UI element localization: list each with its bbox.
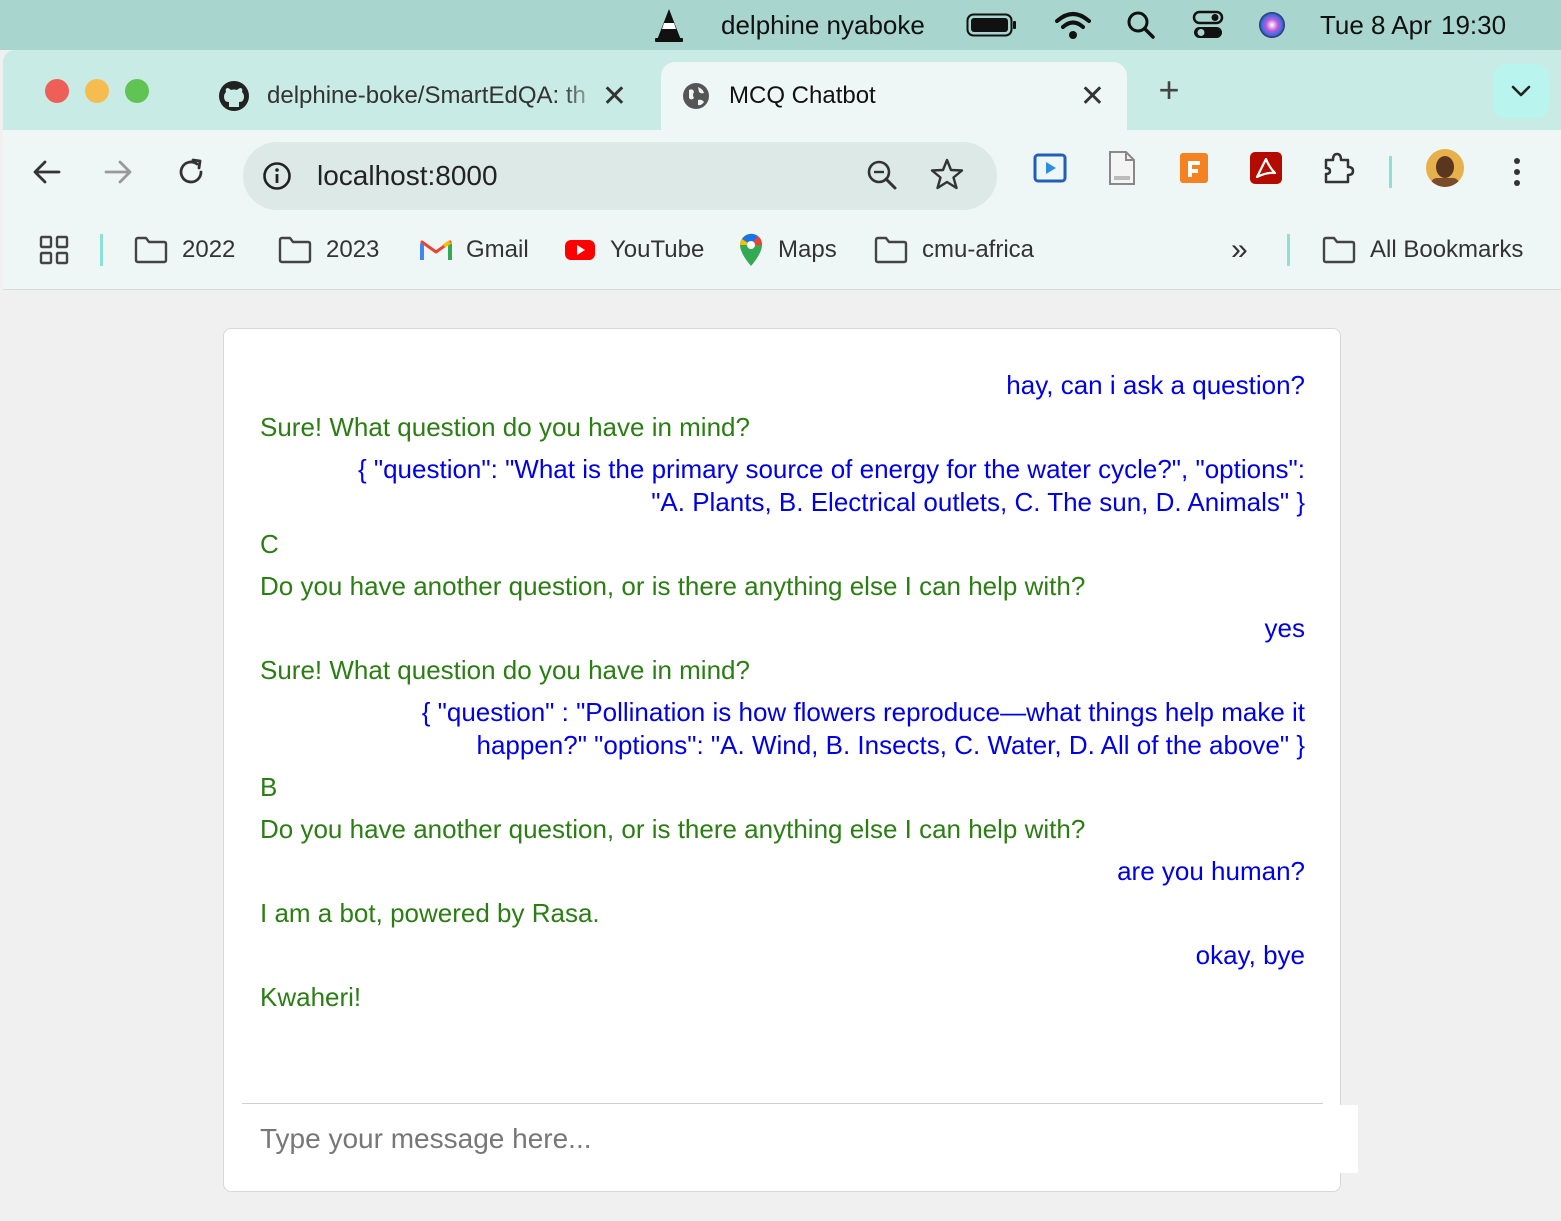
menubar-time[interactable]: 19:30: [1441, 0, 1506, 50]
reload-button[interactable]: [169, 150, 213, 194]
bookmark-youtube[interactable]: YouTube: [564, 212, 704, 288]
bookmarks-separator: [100, 234, 103, 266]
bookmark-gmail[interactable]: Gmail: [420, 212, 529, 288]
user-message: { "question": "What is the primary sourc…: [357, 454, 1305, 517]
zoom-window-button[interactable]: [125, 79, 149, 103]
bookmark-label: YouTube: [610, 236, 705, 263]
address-bar[interactable]: localhost:8000: [243, 142, 997, 210]
user-message: okay, bye: [1195, 940, 1305, 970]
zoom-icon[interactable]: [865, 158, 899, 192]
browser-toolbar: localhost:8000: [3, 130, 1561, 212]
wifi-icon[interactable]: [1054, 0, 1092, 50]
back-icon: [33, 160, 61, 184]
user-message: are you human?: [1117, 856, 1305, 886]
bookmark-label: Maps: [778, 236, 837, 263]
menubar-date[interactable]: Tue 8 Apr: [1320, 0, 1432, 50]
globe-icon: [679, 79, 713, 113]
tab-strip: delphine-boke/SmartEdQA: th ✕ MCQ Chatbo…: [3, 50, 1561, 130]
all-bookmarks-button[interactable]: All Bookmarks: [1322, 212, 1523, 288]
document-extension-icon[interactable]: [1102, 148, 1142, 188]
toolbar-separator: [1389, 156, 1392, 188]
vlc-icon[interactable]: [652, 0, 686, 50]
user-message: hay, can i ask a question?: [1006, 370, 1305, 400]
user-message: yes: [1264, 613, 1305, 643]
url-text[interactable]: localhost:8000: [317, 142, 498, 210]
bookmark-folder-cmu-africa[interactable]: cmu-africa: [874, 212, 1034, 288]
chevron-down-icon: [1511, 85, 1531, 97]
tab-title: delphine-boke/SmartEdQA: th: [267, 82, 586, 109]
minimize-window-button[interactable]: [85, 79, 109, 103]
bot-message: Sure! What question do you have in mind?: [260, 655, 750, 685]
siri-icon[interactable]: [1257, 0, 1287, 50]
github-icon: [217, 79, 251, 113]
tab-mcq-chatbot[interactable]: MCQ Chatbot ✕: [661, 62, 1127, 130]
chat-container: hay, can i ask a question? Sure! What que…: [223, 328, 1358, 1192]
bookmark-folder-2022[interactable]: 2022: [134, 212, 235, 288]
folder-icon: [1322, 236, 1356, 264]
youtube-icon: [565, 240, 595, 260]
bot-message: Do you have another question, or is ther…: [260, 814, 1086, 844]
more-menu-icon: [1514, 158, 1520, 186]
maps-icon: [740, 233, 763, 266]
close-tab-icon[interactable]: ✕: [602, 79, 627, 114]
adobe-acrobat-extension-icon[interactable]: [1246, 148, 1286, 188]
message-input[interactable]: [242, 1105, 1358, 1173]
bookmark-label: 2022: [182, 236, 236, 263]
bot-message: Sure! What question do you have in mind?: [260, 412, 750, 442]
bookmarks-bar: 2022 2023 Gmail YouTube Maps cmu-africa …: [3, 212, 1561, 290]
menubar-user-name[interactable]: delphine nyaboke: [721, 0, 925, 50]
spotlight-search-icon[interactable]: [1126, 0, 1156, 50]
forward-button[interactable]: [96, 150, 140, 194]
bot-message: Do you have another question, or is ther…: [260, 571, 1086, 601]
apps-grid-icon[interactable]: [39, 212, 83, 288]
folder-icon: [134, 236, 168, 264]
bookmark-label: All Bookmarks: [1370, 236, 1524, 263]
more-menu-button[interactable]: [1495, 150, 1539, 194]
back-button[interactable]: [25, 150, 69, 194]
tab-title: MCQ Chatbot: [729, 82, 876, 109]
battery-icon[interactable]: [966, 0, 1018, 50]
forward-icon: [104, 160, 132, 184]
bookmark-star-icon[interactable]: [929, 156, 965, 192]
screen-recorder-extension-icon[interactable]: [1030, 148, 1070, 188]
site-info-icon[interactable]: [261, 160, 293, 192]
bookmark-label: Gmail: [466, 236, 529, 263]
folder-icon: [278, 236, 312, 264]
bookmarks-overflow-button[interactable]: »: [1231, 212, 1248, 288]
tab-search-button[interactable]: [1493, 64, 1549, 118]
folder-icon: [874, 236, 908, 264]
bot-message: B: [260, 772, 278, 802]
bot-message: C: [260, 529, 279, 559]
tab-github[interactable]: delphine-boke/SmartEdQA: th ✕: [199, 62, 649, 130]
bookmark-folder-2023[interactable]: 2023: [278, 212, 379, 288]
menubar: delphine nyaboke Tue 8 Apr 19:30: [0, 0, 1561, 50]
close-tab-icon[interactable]: ✕: [1080, 79, 1105, 114]
close-window-button[interactable]: [45, 79, 69, 103]
gmail-icon: [420, 240, 452, 260]
bookmark-label: 2023: [326, 236, 380, 263]
bookmark-maps[interactable]: Maps: [738, 212, 837, 288]
bookmark-label: cmu-africa: [922, 236, 1035, 263]
bookmarks-separator: [1287, 234, 1290, 266]
profile-avatar[interactable]: [1423, 146, 1467, 190]
reload-icon: [179, 158, 203, 184]
new-tab-button[interactable]: +: [1149, 70, 1189, 110]
user-message: { "question" : "Pollination is how flowe…: [421, 697, 1305, 760]
bot-message: Kwaheri!: [260, 982, 362, 1012]
message-list: hay, can i ask a question? Sure! What que…: [260, 369, 1305, 1023]
extension-icon: [1324, 152, 1355, 184]
pdf-converter-extension-icon[interactable]: [1174, 148, 1214, 188]
input-divider: [242, 1103, 1323, 1104]
control-center-icon[interactable]: [1192, 0, 1224, 50]
extensions-button[interactable]: [1318, 148, 1358, 188]
bot-message: I am a bot, powered by Rasa.: [260, 898, 600, 928]
